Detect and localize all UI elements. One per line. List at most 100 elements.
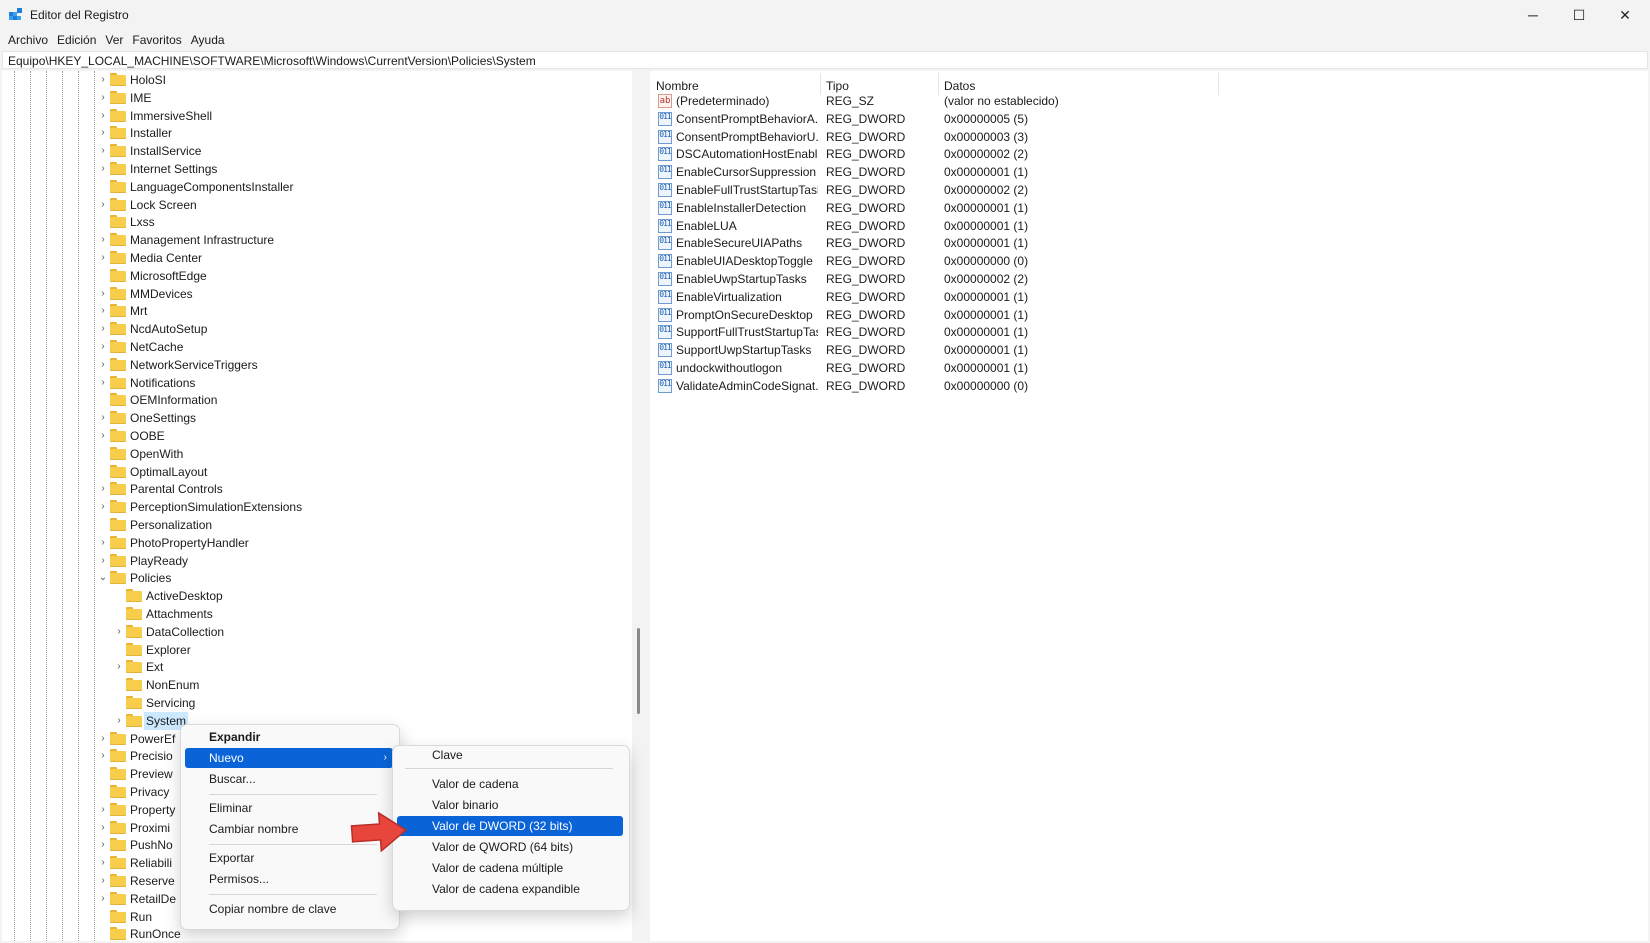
tree-expander-icon[interactable] (114, 641, 124, 659)
tree-item[interactable]: › Installer (2, 124, 632, 142)
tree-expander-icon[interactable]: › (98, 409, 108, 427)
menu-ayuda[interactable]: Ayuda (187, 30, 230, 50)
values-list-pane[interactable]: Nombre Tipo Datos ab (Predeterminado) REG_… (650, 71, 1648, 941)
tree-expander-icon[interactable] (98, 783, 108, 801)
tree-item[interactable]: › NetCache (2, 338, 632, 356)
value-row[interactable]: 011 SupportUwpStartupTasks REG_DWORD 0x0000… (650, 341, 1648, 359)
tree-item[interactable]: › PlayReady (2, 552, 632, 570)
tree-item[interactable]: › OneSettings (2, 409, 632, 427)
submenu-dword-value[interactable]: Valor de DWORD (32 bits) (397, 816, 623, 836)
menu-copy-key-name[interactable]: Copiar nombre de clave (185, 899, 393, 919)
value-row[interactable]: 011 EnableVirtualization REG_DWORD 0x000000… (650, 288, 1648, 306)
tree-expander-icon[interactable]: › (98, 249, 108, 267)
tree-item[interactable]: › Management Infrastructure (2, 231, 632, 249)
tree-item[interactable]: › NetworkServiceTriggers (2, 356, 632, 374)
maximize-button[interactable]: ☐ (1556, 0, 1602, 30)
address-bar[interactable]: Equipo\HKEY_LOCAL_MACHINE\SOFTWARE\Micro… (2, 51, 1648, 69)
tree-item[interactable]: › ImmersiveShell (2, 107, 632, 125)
tree-expander-icon[interactable] (98, 391, 108, 409)
pane-splitter[interactable] (632, 71, 650, 941)
tree-expander-icon[interactable] (114, 694, 124, 712)
submenu-binary-value[interactable]: Valor binario (397, 795, 623, 815)
tree-expander-icon[interactable] (98, 925, 108, 941)
tree-expander-icon[interactable]: › (98, 819, 108, 837)
tree-expander-icon[interactable]: › (98, 427, 108, 445)
menu-favoritos[interactable]: Favoritos (128, 30, 186, 50)
tree-expander-icon[interactable]: › (98, 89, 108, 107)
tree-item[interactable]: › Ext (2, 658, 632, 676)
tree-item[interactable]: › PhotoPropertyHandler (2, 534, 632, 552)
tree-item[interactable]: › Internet Settings (2, 160, 632, 178)
tree-item[interactable]: Lxss (2, 213, 632, 231)
close-button[interactable]: ✕ (1602, 0, 1648, 30)
tree-expander-icon[interactable]: › (98, 747, 108, 765)
tree-item[interactable]: › Mrt (2, 302, 632, 320)
menu-archivo[interactable]: Archivo (4, 30, 53, 50)
tree-expander-icon[interactable]: › (98, 160, 108, 178)
tree-item[interactable]: Attachments (2, 605, 632, 623)
tree-expander-icon[interactable]: › (98, 480, 108, 498)
tree-item[interactable]: LanguageComponentsInstaller (2, 178, 632, 196)
tree-item[interactable]: NonEnum (2, 676, 632, 694)
tree-expander-icon[interactable] (98, 178, 108, 196)
tree-item[interactable]: MicrosoftEdge (2, 267, 632, 285)
tree-expander-icon[interactable]: › (98, 872, 108, 890)
value-row[interactable]: 011 ValidateAdminCodeSignat... REG_DWORD 0x… (650, 377, 1648, 395)
tree-expander-icon[interactable]: › (98, 285, 108, 303)
tree-item[interactable]: › DataCollection (2, 623, 632, 641)
tree-item[interactable]: › NcdAutoSetup (2, 320, 632, 338)
value-row[interactable]: 011 EnableCursorSuppression REG_DWORD 0x000… (650, 163, 1648, 181)
tree-expander-icon[interactable] (98, 908, 108, 926)
menu-permissions[interactable]: Permisos... (185, 869, 393, 889)
tree-item[interactable]: › Parental Controls (2, 480, 632, 498)
tree-expander-icon[interactable]: › (98, 320, 108, 338)
tree-item[interactable]: › IME (2, 89, 632, 107)
tree-expander-icon[interactable]: › (98, 534, 108, 552)
tree-expander-icon[interactable] (98, 267, 108, 285)
value-row[interactable]: 011 undockwithoutlogon REG_DWORD 0x00000001… (650, 359, 1648, 377)
tree-item[interactable]: OpenWith (2, 445, 632, 463)
value-row[interactable]: 011 DSCAutomationHostEnabl... REG_DWORD 0x0… (650, 145, 1648, 163)
tree-expander-icon[interactable]: › (98, 302, 108, 320)
tree-expander-icon[interactable]: › (98, 374, 108, 392)
submenu-key[interactable]: Clave (397, 745, 623, 765)
value-row[interactable]: ab (Predeterminado) REG_SZ (valor no establ… (650, 92, 1648, 110)
tree-expander-icon[interactable]: › (98, 71, 108, 89)
submenu-qword-value[interactable]: Valor de QWORD (64 bits) (397, 837, 623, 857)
tree-expander-icon[interactable]: › (114, 623, 124, 641)
value-row[interactable]: 011 EnableFullTrustStartupTasks REG_DWORD 0… (650, 181, 1648, 199)
tree-expander-icon[interactable]: › (114, 658, 124, 676)
menu-edicion[interactable]: Edición (53, 30, 101, 50)
value-row[interactable]: 011 EnableSecureUIAPaths REG_DWORD 0x000000… (650, 234, 1648, 252)
tree-expander-icon[interactable]: › (98, 356, 108, 374)
tree-expander-icon[interactable] (98, 445, 108, 463)
tree-expander-icon[interactable]: › (98, 890, 108, 908)
tree-expander-icon[interactable]: › (98, 231, 108, 249)
tree-expander-icon[interactable]: › (98, 196, 108, 214)
value-row[interactable]: 011 EnableInstallerDetection REG_DWORD 0x00… (650, 199, 1648, 217)
tree-item[interactable]: › Lock Screen (2, 196, 632, 214)
tree-expander-icon[interactable]: › (98, 142, 108, 160)
tree-item[interactable]: › MMDevices (2, 285, 632, 303)
tree-item[interactable]: › Notifications (2, 374, 632, 392)
submenu-expandable-string-value[interactable]: Valor de cadena expandible (397, 879, 623, 899)
tree-item[interactable]: Personalization (2, 516, 632, 534)
tree-expander-icon[interactable] (98, 516, 108, 534)
minimize-button[interactable]: ─ (1510, 0, 1556, 30)
tree-item[interactable]: › HoloSI (2, 71, 632, 89)
tree-item[interactable]: ⌄ Policies (2, 569, 632, 587)
tree-expander-icon[interactable]: › (98, 338, 108, 356)
tree-expander-icon[interactable] (114, 587, 124, 605)
value-row[interactable]: 011 SupportFullTrustStartupTasks REG_DWORD… (650, 323, 1648, 341)
tree-expander-icon[interactable]: › (98, 801, 108, 819)
tree-expander-icon[interactable] (98, 213, 108, 231)
tree-expander-icon[interactable] (114, 676, 124, 694)
tree-item[interactable]: › PerceptionSimulationExtensions (2, 498, 632, 516)
tree-expander-icon[interactable]: › (98, 124, 108, 142)
menu-expand[interactable]: Expandir (185, 727, 393, 747)
tree-expander-icon[interactable]: › (98, 552, 108, 570)
tree-item[interactable]: Servicing (2, 694, 632, 712)
tree-expander-icon[interactable]: › (98, 836, 108, 854)
menu-new[interactable]: Nuevo › (185, 748, 393, 768)
tree-item[interactable]: OEMInformation (2, 391, 632, 409)
